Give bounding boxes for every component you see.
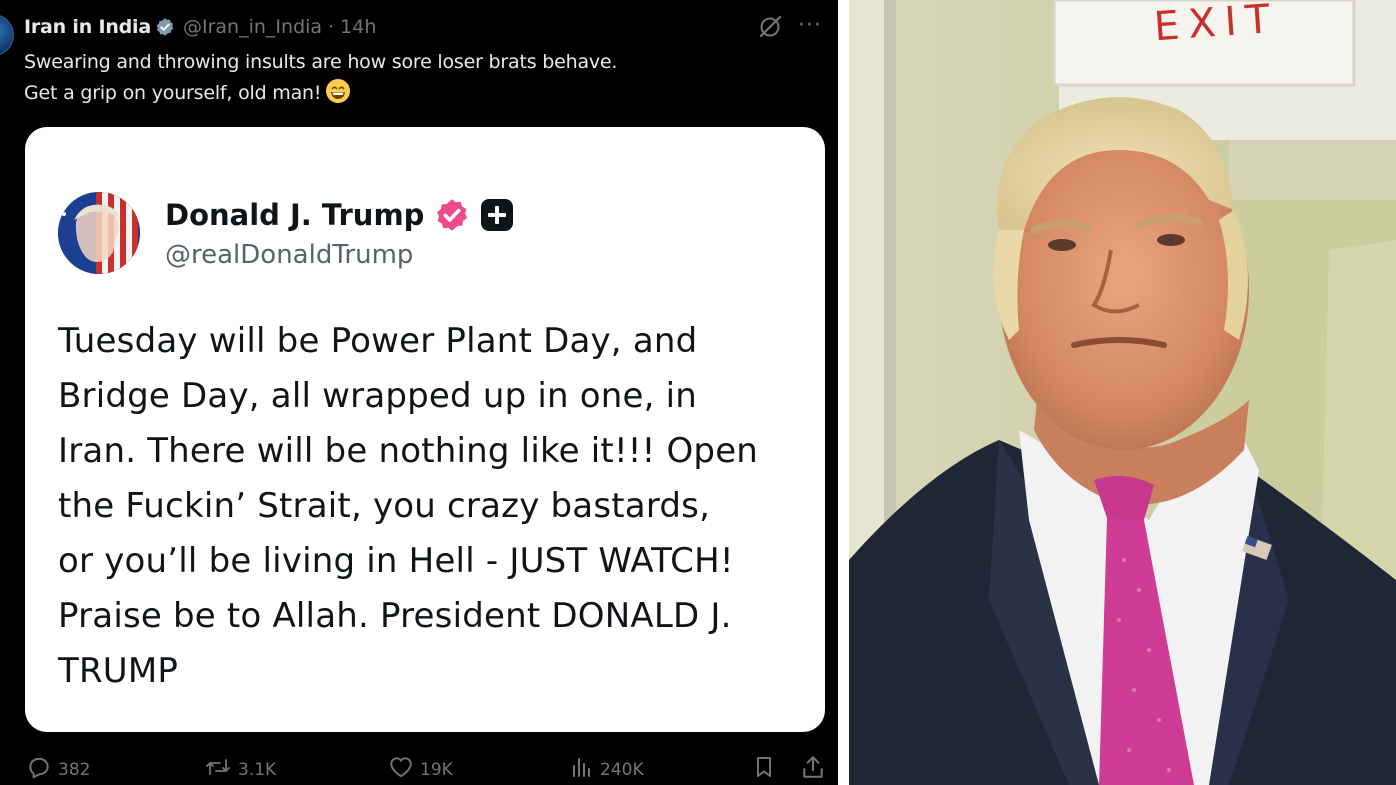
quoted-line: Tuesday will be Power Plant Day, and	[58, 321, 698, 361]
share-button[interactable]	[800, 754, 832, 785]
quoted-line: Iran. There will be nothing like it!!! O…	[58, 431, 759, 471]
quoted-line: Praise be to Allah. President DONALD J.	[58, 596, 732, 636]
quoted-avatar[interactable]	[58, 192, 140, 274]
repost-count: 3.1K	[238, 759, 277, 780]
analytics-icon	[570, 754, 600, 785]
reply-icon	[26, 754, 58, 785]
quoted-display-name[interactable]: Donald J. Trump	[165, 197, 514, 233]
display-name[interactable]: Iran in India	[24, 16, 151, 38]
tweet-text: Swearing and throwing insults are how so…	[24, 47, 804, 114]
tweet-text-line-2: Get a grip on yourself, old man!	[24, 82, 322, 104]
account-avatar[interactable]	[0, 14, 14, 56]
heart-icon	[388, 754, 420, 785]
verified-gray-icon	[155, 17, 175, 37]
more-options-icon[interactable]: ···	[798, 15, 822, 37]
quoted-line: Bridge Day, all wrapped up in one, in	[58, 376, 698, 416]
panel-divider	[838, 0, 849, 785]
quoted-post-text: Tuesday will be Power Plant Day, and Bri…	[58, 314, 803, 699]
reply-count: 382	[58, 759, 91, 780]
plus-badge-icon	[480, 198, 514, 232]
tweet-panel: Iran in India @Iran_in_India · 14h ··· S…	[0, 0, 838, 785]
quoted-line: TRUMP	[58, 651, 179, 691]
action-bar: 382 3.1K 19K 240K	[0, 748, 838, 785]
bookmark-button[interactable]	[752, 754, 782, 785]
reply-button[interactable]: 382	[26, 754, 90, 785]
exit-sign-text: EXIT	[1152, 0, 1281, 51]
share-icon	[800, 754, 832, 785]
tweet-header: Iran in India @Iran_in_India · 14h	[24, 12, 376, 42]
man-in-suit-photo: EXIT	[849, 0, 1396, 785]
quoted-handle[interactable]: @realDonaldTrump	[165, 240, 413, 270]
verified-pink-icon	[434, 197, 470, 233]
grinning-face-emoji-icon	[325, 78, 351, 114]
grok-icon[interactable]	[757, 14, 783, 44]
like-count: 19K	[420, 759, 453, 780]
handle-and-time[interactable]: @Iran_in_India · 14h	[183, 16, 376, 38]
quoted-name-text: Donald J. Trump	[165, 198, 425, 232]
quoted-line: or you’ll be living in Hell - JUST WATCH…	[58, 541, 734, 581]
quoted-post-card[interactable]: Donald J. Trump @realDonaldTrump Tuesday…	[25, 127, 825, 732]
views-count: 240K	[600, 759, 644, 780]
repost-icon	[204, 754, 238, 785]
repost-button[interactable]: 3.1K	[204, 754, 276, 785]
tweet-text-line-1: Swearing and throwing insults are how so…	[24, 51, 618, 73]
photo-illustration	[849, 0, 1396, 785]
quoted-line: the Fuckin’ Strait, you crazy bastards,	[58, 486, 711, 526]
like-button[interactable]: 19K	[388, 754, 453, 785]
bookmark-icon	[752, 754, 782, 785]
views-button[interactable]: 240K	[570, 754, 644, 785]
